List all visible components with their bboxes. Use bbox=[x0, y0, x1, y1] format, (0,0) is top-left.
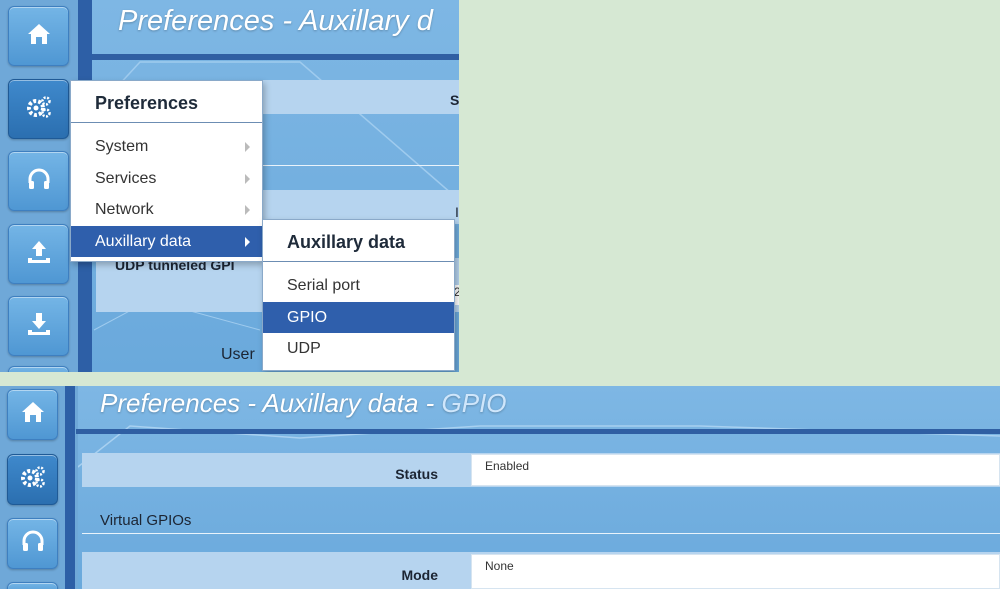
page-title: Preferences - Auxillary data - GPIO bbox=[100, 388, 507, 419]
top-screenshot-panel: Preferences - Auxillary d S I UDP tunnel… bbox=[0, 0, 459, 372]
chevron-right-icon bbox=[245, 236, 250, 247]
upload-icon bbox=[25, 238, 53, 271]
preferences-button[interactable] bbox=[7, 454, 58, 505]
partial-text: I bbox=[455, 204, 459, 220]
home-button[interactable] bbox=[7, 389, 58, 440]
mode-field[interactable]: None bbox=[471, 554, 1000, 589]
page-title: Preferences - Auxillary d bbox=[118, 5, 433, 37]
chevron-right-icon bbox=[245, 142, 250, 152]
menu-heading: Preferences bbox=[71, 81, 262, 123]
audio-button[interactable] bbox=[7, 518, 58, 569]
page-title-main: Preferences - Auxillary data - bbox=[100, 388, 442, 418]
download-icon bbox=[25, 310, 53, 343]
bottom-screenshot-panel: Preferences - Auxillary data - GPIO Stat… bbox=[0, 386, 1000, 589]
nav-button-partial[interactable] bbox=[8, 366, 69, 372]
user-text: User bbox=[221, 346, 255, 363]
menu-item-label: Auxillary data bbox=[95, 232, 192, 250]
partial-header-text: S bbox=[450, 92, 459, 108]
preferences-button[interactable] bbox=[8, 79, 69, 139]
menu-item-system[interactable]: System bbox=[71, 131, 262, 163]
headphones-icon bbox=[19, 527, 47, 560]
auxillary-data-submenu: Auxillary data Serial port GPIO UDP bbox=[262, 219, 455, 371]
submenu-item-gpio[interactable]: GPIO bbox=[263, 301, 454, 333]
status-label: Status bbox=[395, 466, 438, 482]
page-title-accent: GPIO bbox=[441, 388, 507, 418]
title-underline bbox=[92, 54, 459, 60]
section-title: Virtual GPIOs bbox=[100, 512, 192, 529]
chevron-right-icon bbox=[245, 173, 250, 184]
submenu-item-serial-port[interactable]: Serial port bbox=[263, 270, 454, 302]
menu-item-label: Services bbox=[95, 169, 157, 187]
menu-item-label: System bbox=[95, 138, 149, 155]
chevron-right-icon bbox=[245, 205, 250, 215]
menu-item-services[interactable]: Services bbox=[71, 163, 262, 195]
nav-button-partial[interactable] bbox=[7, 582, 58, 589]
submenu-heading: Auxillary data bbox=[263, 220, 454, 262]
home-icon bbox=[25, 20, 53, 53]
sidebar-edge bbox=[65, 386, 75, 589]
menu-item-network[interactable]: Network bbox=[71, 194, 262, 226]
title-underline bbox=[76, 429, 1000, 434]
upload-button[interactable] bbox=[8, 224, 69, 284]
menu-item-label: UDP bbox=[287, 340, 321, 357]
home-button[interactable] bbox=[8, 6, 69, 66]
audio-button[interactable] bbox=[8, 151, 69, 211]
submenu-item-udp[interactable]: UDP bbox=[263, 333, 454, 365]
home-icon bbox=[19, 398, 47, 431]
gears-icon bbox=[25, 93, 53, 126]
gears-icon bbox=[19, 463, 47, 496]
menu-item-label: GPIO bbox=[287, 308, 328, 326]
mode-label: Mode bbox=[401, 567, 438, 583]
menu-item-label: Serial port bbox=[287, 277, 360, 294]
menu-item-auxillary-data[interactable]: Auxillary data bbox=[71, 225, 262, 257]
section-divider bbox=[82, 533, 1000, 534]
preferences-menu: Preferences System Services Network Auxi… bbox=[70, 80, 263, 262]
download-button[interactable] bbox=[8, 296, 69, 356]
headphones-icon bbox=[25, 165, 53, 198]
menu-item-label: Network bbox=[95, 201, 154, 218]
status-field[interactable]: Enabled bbox=[471, 454, 1000, 486]
